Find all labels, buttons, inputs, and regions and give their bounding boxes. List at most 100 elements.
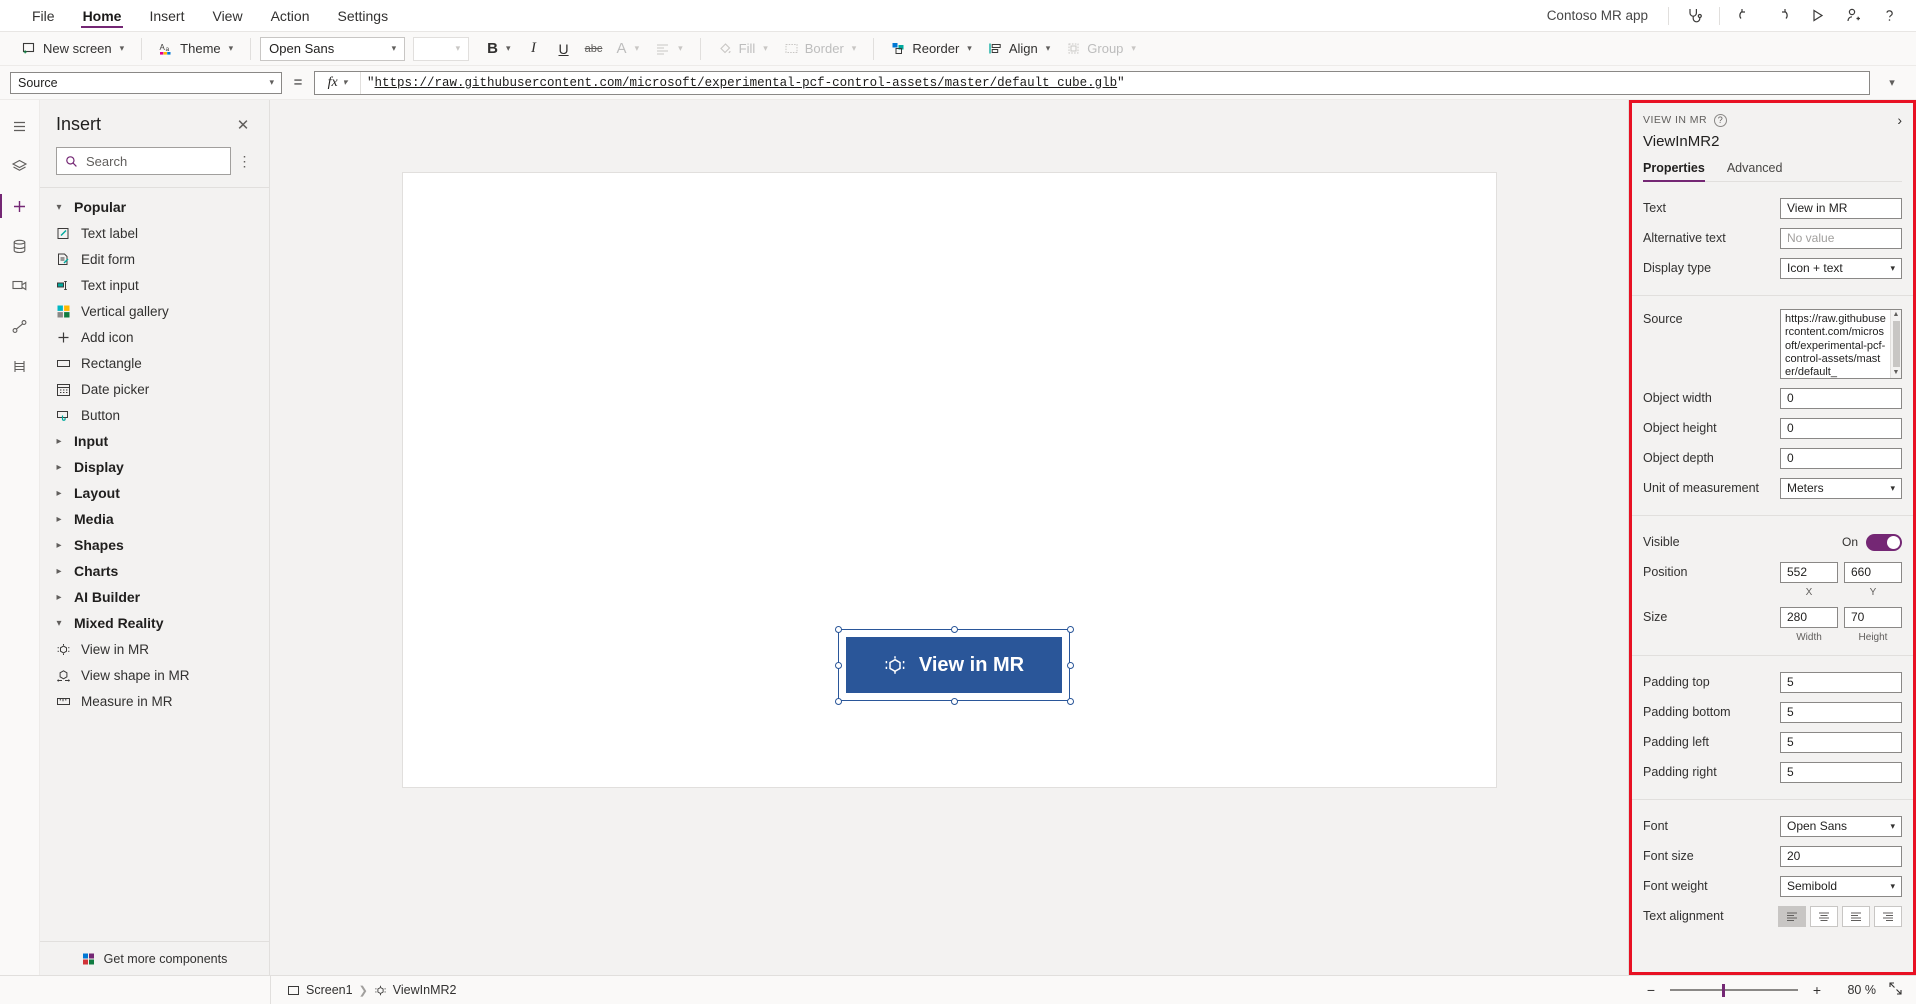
app-screen-canvas[interactable]: View in MR [402,173,1496,787]
font-select[interactable]: Open Sans ▾ [1780,815,1902,837]
undo-icon[interactable] [1728,0,1762,32]
resize-handle-s[interactable] [950,698,958,705]
variables-icon[interactable] [0,346,40,386]
insert-item-date-picker[interactable]: Date picker [40,376,269,402]
scroll-up-icon[interactable]: ▲ [1893,310,1900,320]
zoom-out-button[interactable]: − [1644,982,1658,998]
resize-handle-ne[interactable] [1066,626,1074,633]
zoom-slider-thumb[interactable] [1722,983,1725,997]
padding-bottom-field[interactable]: 5 [1780,701,1902,723]
menu-item-home[interactable]: Home [69,0,136,31]
insert-item-button[interactable]: Button [40,402,269,428]
text-field[interactable]: View in MR [1780,197,1902,219]
italic-button[interactable]: I [519,36,549,62]
alternative-text-field[interactable]: No value [1780,227,1902,249]
flow-icon[interactable] [0,306,40,346]
menu-item-settings[interactable]: Settings [324,0,403,31]
stethoscope-icon[interactable] [1677,0,1711,32]
bold-button[interactable]: B ▾ [479,36,518,62]
formula-expand-button[interactable]: ▾ [1878,76,1906,89]
display-type-select[interactable]: Icon + text ▾ [1780,257,1902,279]
object-width-field[interactable]: 0 [1780,387,1902,409]
align-button[interactable]: Align ▾ [980,36,1058,62]
group-button[interactable]: Group ▾ [1058,36,1144,62]
new-screen-button[interactable]: New screen ▾ [14,36,132,62]
resize-handle-sw[interactable] [834,698,842,705]
zoom-in-button[interactable]: + [1810,982,1824,998]
fill-button[interactable]: Fill ▾ [710,36,776,62]
tab-advanced[interactable]: Advanced [1727,161,1783,181]
insert-plus-icon[interactable] [0,186,40,226]
font-color-button[interactable]: A ▾ [609,36,648,62]
position-y-field[interactable]: 660 [1844,561,1902,583]
source-textarea[interactable]: https://raw.githubusercontent.com/micros… [1780,309,1902,379]
font-weight-select[interactable]: Semibold ▾ [1780,875,1902,897]
help-icon[interactable] [1872,0,1906,32]
zoom-slider[interactable] [1670,983,1798,997]
share-user-icon[interactable] [1836,0,1870,32]
insert-group-display[interactable]: ▸ Display [40,454,269,480]
insert-group-charts[interactable]: ▸ Charts [40,558,269,584]
insert-item-edit-form[interactable]: Edit form [40,246,269,272]
size-width-field[interactable]: 280 [1780,606,1838,628]
play-icon[interactable] [1800,0,1834,32]
source-scrollbar[interactable]: ▲ ▼ [1890,310,1901,378]
menu-item-view[interactable]: View [198,0,256,31]
resize-handle-se[interactable] [1066,698,1074,705]
font-size-select[interactable]: ▾ [413,36,470,61]
more-options-icon[interactable]: ⋮ [237,153,253,170]
redo-icon[interactable] [1764,0,1798,32]
formula-input[interactable]: " https://raw.githubusercontent.com/micro… [361,72,1869,94]
align-left-button[interactable] [1778,905,1806,927]
insert-group-shapes[interactable]: ▸ Shapes [40,532,269,558]
reorder-button[interactable]: Reorder ▾ [883,36,980,62]
resize-handle-n[interactable] [950,626,958,633]
tab-properties[interactable]: Properties [1643,161,1705,182]
data-icon[interactable] [0,226,40,266]
text-align-button[interactable]: ▾ [647,36,691,62]
collapse-panel-icon[interactable]: › [1897,112,1902,128]
insert-item-rectangle[interactable]: Rectangle [40,350,269,376]
insert-item-text-label[interactable]: Text label [40,220,269,246]
hamburger-menu-icon[interactable] [0,106,40,146]
breadcrumb-screen[interactable]: Screen1 [287,983,353,997]
unit-of-measurement-select[interactable]: Meters ▾ [1780,477,1902,499]
underline-button[interactable]: U [549,36,579,62]
breadcrumb-control[interactable]: ViewInMR2 [374,983,456,997]
resize-handle-e[interactable] [1066,662,1074,669]
align-right-button[interactable] [1874,905,1902,927]
object-height-field[interactable]: 0 [1780,417,1902,439]
font-size-field[interactable]: 20 [1780,845,1902,867]
insert-group-mixed-reality[interactable]: ▾ Mixed Reality [40,610,269,636]
canvas-area[interactable]: View in MR [270,100,1628,975]
menu-item-action[interactable]: Action [257,0,324,31]
font-family-select[interactable]: Open Sans ▾ [260,36,406,61]
object-depth-field[interactable]: 0 [1780,447,1902,469]
close-icon[interactable]: ✕ [233,116,253,134]
insert-item-measure-in-mr[interactable]: Measure in MR [40,688,269,714]
get-more-components-button[interactable]: Get more components [40,941,269,975]
align-center-button[interactable] [1810,905,1838,927]
media-icon[interactable] [0,266,40,306]
align-justify-button[interactable] [1842,905,1870,927]
position-x-field[interactable]: 552 [1780,561,1838,583]
fx-icon[interactable]: fx ▾ [315,71,361,94]
menu-item-file[interactable]: File [18,0,69,31]
fit-screen-icon[interactable] [1888,981,1902,999]
insert-group-ai-builder[interactable]: ▸ AI Builder [40,584,269,610]
insert-group-popular[interactable]: ▾ Popular [40,194,269,220]
insert-item-add-icon[interactable]: Add icon [40,324,269,350]
resize-handle-nw[interactable] [834,626,842,633]
resize-handle-w[interactable] [834,662,842,669]
visible-toggle[interactable] [1866,533,1902,551]
size-height-field[interactable]: 70 [1844,606,1902,628]
insert-group-layout[interactable]: ▸ Layout [40,480,269,506]
insert-group-input[interactable]: ▸ Input [40,428,269,454]
formula-input-wrapper[interactable]: fx ▾ " https://raw.githubusercontent.com/… [314,70,1870,95]
property-select[interactable]: Source ▾ [10,71,282,94]
padding-left-field[interactable]: 5 [1780,731,1902,753]
help-icon[interactable]: ? [1714,113,1727,127]
menu-item-insert[interactable]: Insert [135,0,198,31]
insert-item-text-input[interactable]: Text input [40,272,269,298]
layers-icon[interactable] [0,146,40,186]
